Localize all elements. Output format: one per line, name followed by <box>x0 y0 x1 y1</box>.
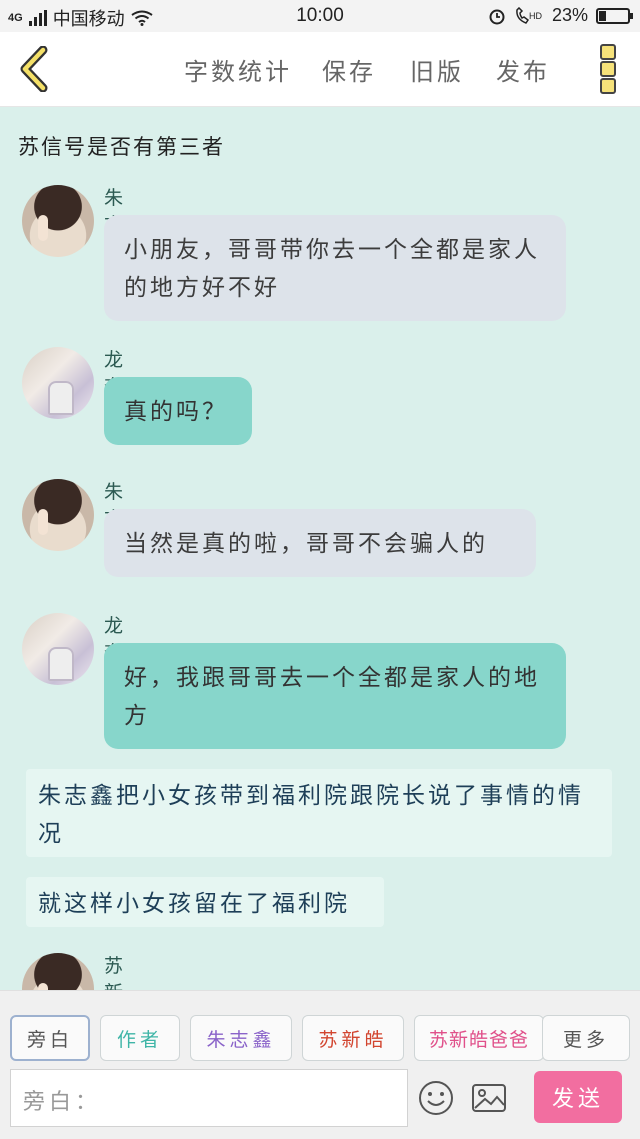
hd-call-icon: HD <box>516 6 542 24</box>
battery-percent: 23% <box>551 5 588 25</box>
menu-dot-icon <box>600 44 616 60</box>
message-bubble[interactable]: 好，我跟哥哥去一个全都是家人的地方 <box>104 643 566 749</box>
battery-icon <box>596 7 633 24</box>
avatar-longkui <box>22 347 94 419</box>
role-chip-narrator[interactable]: 旁白 <box>10 1015 90 1061</box>
story-content[interactable]: 苏信号是否有第三者 朱志鑫 小朋友，哥哥带你去一个全都是家人的地方好不好 龙奎 … <box>0 107 640 990</box>
back-button[interactable] <box>14 44 54 94</box>
old-version-button[interactable]: 旧版 <box>410 52 464 87</box>
speaker-name: 苏新皓 <box>104 955 126 990</box>
status-right: HD 23% <box>488 5 633 26</box>
back-arrow-icon <box>20 46 48 92</box>
message-bubble[interactable]: 当然是真的啦，哥哥不会骗人的 <box>104 509 536 577</box>
send-button[interactable]: 发送 <box>534 1071 622 1123</box>
narration-block[interactable]: 就这样小女孩留在了福利院 <box>26 877 384 927</box>
publish-button[interactable]: 发布 <box>496 52 550 87</box>
avatar-zhuzhixin <box>22 185 94 257</box>
role-chip-zhuzhixin[interactable]: 朱志鑫 <box>190 1015 292 1061</box>
composer-bar: 旁白 作者 朱志鑫 苏新皓 苏新皓爸爸 更多 旁白： 发送 <box>0 990 640 1139</box>
message-input[interactable]: 旁白： <box>10 1069 408 1127</box>
role-chip-author[interactable]: 作者 <box>100 1015 180 1061</box>
story-title: 苏信号是否有第三者 <box>18 135 225 159</box>
role-chip-suxinhao-father[interactable]: 苏新皓爸爸 <box>414 1015 544 1061</box>
narration-block[interactable]: 朱志鑫把小女孩带到福利院跟院长说了事情的情况 <box>26 769 612 857</box>
editor-toolbar: 字数统计 保存 旧版 发布 <box>0 32 640 107</box>
word-count-button[interactable]: 字数统计 <box>184 52 292 87</box>
more-roles-button[interactable]: 更多 <box>542 1015 630 1061</box>
avatar-suxinhao <box>22 953 94 990</box>
menu-dot-icon <box>600 61 616 77</box>
save-button[interactable]: 保存 <box>322 52 376 87</box>
role-chip-suxinhao[interactable]: 苏新皓 <box>302 1015 404 1061</box>
svg-text:HD: HD <box>529 11 542 21</box>
status-bar: 4G 中国移动 10:00 HD 23% <box>0 0 640 32</box>
message-bubble[interactable]: 真的吗？ <box>104 377 252 445</box>
avatar-longkui <box>22 613 94 685</box>
avatar-zhuzhixin <box>22 479 94 551</box>
emoji-icon[interactable] <box>417 1079 455 1117</box>
menu-dot-icon <box>600 78 616 94</box>
alarm-icon <box>489 9 505 24</box>
message-bubble[interactable]: 小朋友，哥哥带你去一个全都是家人的地方好不好 <box>104 215 566 321</box>
image-icon[interactable] <box>470 1079 508 1117</box>
more-menu-button[interactable] <box>600 44 616 94</box>
